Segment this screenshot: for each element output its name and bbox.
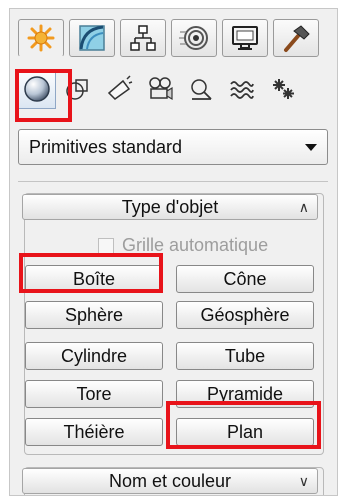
- space-warps-icon: [230, 81, 254, 99]
- chevron-down-icon: [305, 143, 317, 151]
- tab-display[interactable]: [222, 19, 268, 57]
- category-cameras-button[interactable]: [141, 69, 179, 109]
- category-space-warps-button[interactable]: [223, 69, 261, 109]
- category-geometry-button[interactable]: [18, 69, 56, 109]
- tab-utilities[interactable]: [273, 19, 319, 57]
- tab-hierarchy[interactable]: [120, 19, 166, 57]
- shapes-icon: [66, 79, 88, 100]
- cone-button[interactable]: Cône: [176, 265, 314, 293]
- utilities-hammer-icon: [284, 25, 310, 52]
- tab-create[interactable]: [18, 19, 64, 57]
- tube-button[interactable]: Tube: [176, 342, 314, 370]
- helpers-icon: [191, 79, 212, 100]
- tab-modify[interactable]: [69, 19, 115, 57]
- display-monitor-icon: [232, 26, 258, 50]
- autogrid-label: Grille automatique: [122, 235, 269, 255]
- torus-button[interactable]: Tore: [25, 380, 163, 408]
- name-color-rollout-header[interactable]: Nom et couleur ∨: [22, 468, 318, 494]
- tab-motion[interactable]: [171, 19, 217, 57]
- category-helpers-button[interactable]: [182, 69, 220, 109]
- collapse-icon: ∧: [298, 199, 309, 215]
- autogrid-checkbox[interactable]: [98, 237, 114, 254]
- category-systems-button[interactable]: [264, 69, 302, 109]
- name-color-title: Nom et couleur: [108, 470, 232, 491]
- create-sunburst-icon: [27, 24, 55, 52]
- geosphere-button[interactable]: Géosphère: [176, 301, 314, 329]
- object-type-title: Type d'objet: [121, 196, 219, 217]
- pyramid-button[interactable]: Pyramide: [176, 380, 314, 408]
- dropdown-value: Primitives standard: [29, 136, 183, 157]
- category-lights-button[interactable]: [100, 69, 138, 109]
- plane-button[interactable]: Plan: [176, 418, 314, 446]
- cylinder-button[interactable]: Cylindre: [25, 342, 163, 370]
- cameras-icon: [149, 77, 173, 101]
- category-toolbar: [18, 67, 302, 111]
- object-type-rollout-header[interactable]: Type d'objet ∧: [22, 194, 318, 220]
- geometry-sphere-icon: [24, 76, 50, 102]
- hierarchy-icon: [130, 25, 156, 51]
- modify-curve-icon: [79, 25, 105, 51]
- teapot-button[interactable]: Théière: [25, 418, 163, 446]
- box-button[interactable]: Boîte: [25, 265, 163, 293]
- expand-icon: ∨: [298, 473, 309, 489]
- divider: [18, 181, 328, 182]
- object-category-dropdown[interactable]: Primitives standard: [18, 129, 328, 165]
- motion-rings-icon: [179, 26, 208, 50]
- command-panel-tabs: [18, 19, 319, 57]
- command-panel: Primitives standard Type d'objet ∧ Grill…: [9, 8, 338, 496]
- autogrid-row: Grille automatique: [98, 235, 268, 256]
- lights-icon: [107, 75, 133, 100]
- category-shapes-button[interactable]: [59, 69, 97, 109]
- systems-icon: [273, 79, 294, 99]
- sphere-button[interactable]: Sphère: [25, 301, 163, 329]
